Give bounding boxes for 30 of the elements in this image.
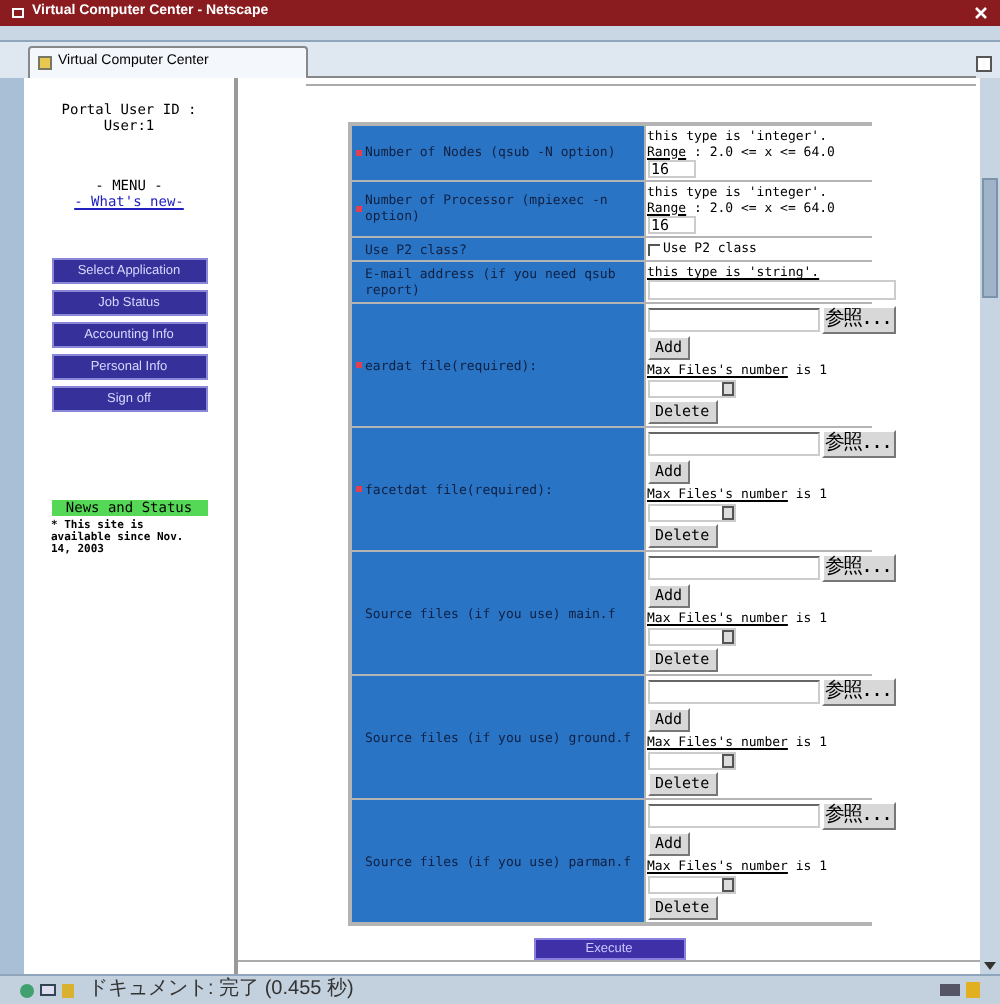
scroll-arrow-icon [721, 754, 733, 769]
checkbox[interactable] [647, 243, 659, 255]
scroll-arrow-icon [721, 382, 733, 397]
text-input[interactable] [647, 280, 896, 301]
scroll-arrow-icon [721, 878, 733, 893]
scroll-thumb[interactable] [982, 178, 998, 298]
window-menu-icon[interactable] [12, 8, 24, 18]
page-icon [38, 56, 52, 70]
browse-button[interactable]: 参照... [821, 306, 896, 335]
file-list[interactable] [647, 504, 735, 523]
file-list[interactable] [647, 752, 735, 771]
file-path-input[interactable] [647, 804, 819, 829]
scroll-arrow-icon [721, 506, 733, 521]
status-text: ドキュメント: 完了 (0.455 秒) [88, 978, 354, 1002]
file-path-input[interactable] [647, 432, 819, 457]
file-path-input[interactable] [647, 308, 819, 333]
browse-button[interactable]: 参照... [821, 802, 896, 831]
file-list[interactable] [647, 876, 735, 895]
file-path-input[interactable] [647, 680, 819, 705]
status-icon [20, 983, 34, 997]
browse-button[interactable]: 参照... [821, 554, 896, 583]
tab-close-icon[interactable] [976, 56, 992, 72]
scroll-arrow-icon [721, 630, 733, 645]
file-list[interactable] [647, 628, 735, 647]
file-list[interactable] [647, 380, 735, 399]
close-icon[interactable] [974, 6, 988, 20]
scrollbar[interactable] [980, 78, 1000, 974]
file-path-input[interactable] [647, 556, 819, 581]
browse-button[interactable]: 参照... [821, 430, 896, 459]
browse-button[interactable]: 参照... [821, 678, 896, 707]
